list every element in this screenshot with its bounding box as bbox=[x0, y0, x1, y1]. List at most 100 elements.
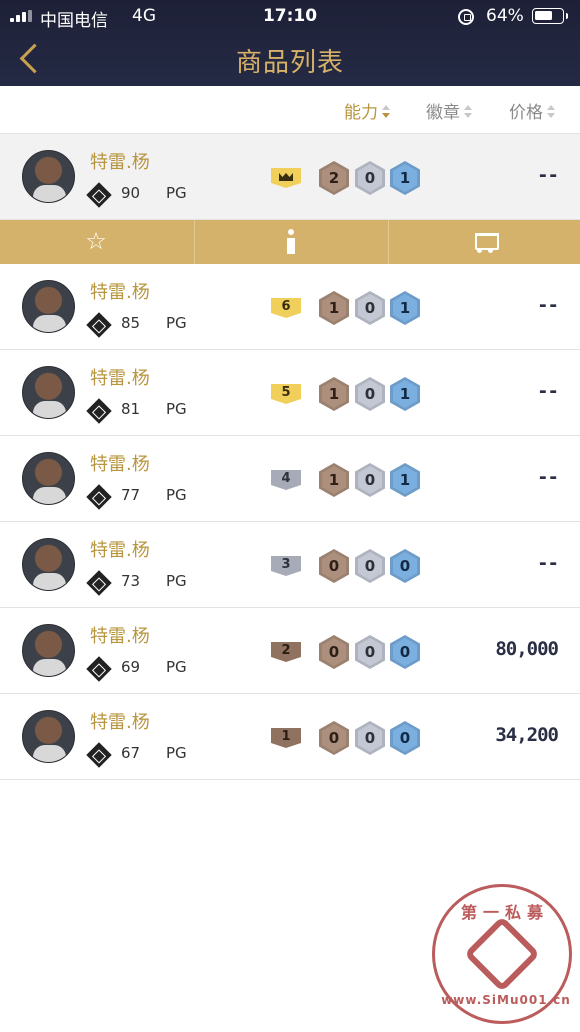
crown-icon bbox=[279, 173, 293, 181]
bronze-badge-count: 0 bbox=[319, 549, 349, 583]
gold-badge-count: 0 bbox=[390, 549, 420, 583]
player-name: 特雷.杨 bbox=[90, 152, 150, 173]
tier-badge bbox=[271, 168, 301, 188]
bronze-badge-count: 0 bbox=[319, 635, 349, 669]
gold-badge-count: 1 bbox=[390, 291, 420, 325]
list-item[interactable]: 特雷.杨 81 PG 5 1 0 1 -- bbox=[0, 350, 580, 436]
player-rating: 90 bbox=[121, 184, 141, 202]
sort-ability-label: 能力 bbox=[344, 103, 378, 123]
rating-icon bbox=[86, 398, 112, 424]
player-name: 特雷.杨 bbox=[90, 712, 150, 733]
bronze-badge-count: 0 bbox=[319, 721, 349, 755]
sort-price-label: 价格 bbox=[509, 103, 543, 123]
tier-badge: 3 bbox=[271, 556, 301, 576]
tier-badge: 4 bbox=[271, 470, 301, 490]
player-avatar bbox=[22, 452, 75, 505]
list-item[interactable]: 特雷.杨 85 PG 6 1 0 1 -- bbox=[0, 264, 580, 350]
player-avatar bbox=[22, 150, 75, 203]
rating-icon bbox=[86, 656, 112, 682]
price: -- bbox=[537, 380, 559, 402]
player-avatar bbox=[22, 624, 75, 677]
player-position: PG bbox=[166, 314, 187, 332]
info-button[interactable] bbox=[194, 220, 387, 264]
bronze-badge-count: 1 bbox=[319, 377, 349, 411]
silver-badge-count: 0 bbox=[355, 721, 385, 755]
gold-badge-count: 0 bbox=[390, 635, 420, 669]
player-rating: 67 bbox=[121, 744, 141, 762]
battery-percent: 64% bbox=[486, 6, 524, 26]
list-item[interactable]: 特雷.杨 77 PG 4 1 0 1 -- bbox=[0, 436, 580, 522]
player-rating: 73 bbox=[121, 572, 141, 590]
silver-badge-count: 0 bbox=[355, 463, 385, 497]
bronze-badge-count: 1 bbox=[319, 291, 349, 325]
sort-ability-button[interactable]: 能力 bbox=[344, 98, 391, 123]
watermark-stamp: 第一私募 www.SiMu001.cn bbox=[432, 884, 572, 1024]
price: -- bbox=[537, 552, 559, 574]
silver-badge-count: 0 bbox=[355, 635, 385, 669]
sort-arrows-icon bbox=[381, 104, 391, 120]
silver-badge-count: 0 bbox=[355, 377, 385, 411]
price: -- bbox=[537, 466, 559, 488]
rating-icon bbox=[86, 484, 112, 510]
star-icon: ☆ bbox=[85, 227, 107, 255]
watermark-logo-icon bbox=[463, 915, 541, 993]
watermark-url-text: www.SiMu001.cn bbox=[441, 993, 571, 1007]
sort-price-button[interactable]: 价格 bbox=[509, 98, 556, 123]
bronze-badge-count: 2 bbox=[319, 161, 349, 195]
tier-badge: 1 bbox=[271, 728, 301, 748]
favorite-button[interactable]: ☆ bbox=[0, 220, 193, 264]
rating-icon bbox=[86, 742, 112, 768]
bronze-badge-count: 1 bbox=[319, 463, 349, 497]
player-avatar bbox=[22, 366, 75, 419]
row-action-bar: ☆ bbox=[0, 220, 580, 264]
rating-icon bbox=[86, 570, 112, 596]
player-rating: 77 bbox=[121, 486, 141, 504]
player-name: 特雷.杨 bbox=[90, 626, 150, 647]
page-title: 商品列表 bbox=[235, 48, 344, 78]
buy-button[interactable] bbox=[388, 220, 580, 264]
tier-number: 4 bbox=[281, 471, 291, 486]
player-position: PG bbox=[166, 400, 187, 418]
rating-icon bbox=[86, 312, 112, 338]
list-item[interactable]: 特雷.杨 90 PG 2 0 1 -- bbox=[0, 134, 580, 220]
player-name: 特雷.杨 bbox=[90, 368, 150, 389]
silver-badge-count: 0 bbox=[355, 291, 385, 325]
list-item[interactable]: 特雷.杨 69 PG 2 0 0 0 80,000 bbox=[0, 608, 580, 694]
player-position: PG bbox=[166, 658, 187, 676]
player-name: 特雷.杨 bbox=[90, 282, 150, 303]
tier-badge: 5 bbox=[271, 384, 301, 404]
gold-badge-count: 1 bbox=[390, 377, 420, 411]
tier-badge: 6 bbox=[271, 298, 301, 318]
cart-icon bbox=[472, 231, 499, 253]
player-position: PG bbox=[166, 184, 187, 202]
price: -- bbox=[537, 294, 559, 316]
player-position: PG bbox=[166, 744, 187, 762]
sort-arrows-icon bbox=[546, 104, 556, 120]
silver-badge-count: 0 bbox=[355, 549, 385, 583]
player-name: 特雷.杨 bbox=[90, 454, 150, 475]
tier-number: 1 bbox=[281, 729, 291, 744]
battery-icon bbox=[532, 8, 568, 24]
rating-icon bbox=[86, 182, 112, 208]
tier-number: 5 bbox=[281, 385, 291, 400]
sort-badge-button[interactable]: 徽章 bbox=[426, 98, 473, 123]
gold-badge-count: 1 bbox=[390, 161, 420, 195]
tier-number: 3 bbox=[281, 557, 291, 572]
tier-badge: 2 bbox=[271, 642, 301, 662]
rotation-lock-icon bbox=[458, 9, 474, 25]
info-icon bbox=[285, 229, 297, 255]
tier-number: 2 bbox=[281, 643, 291, 658]
price: 80,000 bbox=[495, 638, 559, 660]
player-rating: 85 bbox=[121, 314, 141, 332]
player-rating: 81 bbox=[121, 400, 141, 418]
list-item[interactable]: 特雷.杨 67 PG 1 0 0 0 34,200 bbox=[0, 694, 580, 780]
player-avatar bbox=[22, 710, 75, 763]
player-avatar bbox=[22, 538, 75, 591]
sort-badge-label: 徽章 bbox=[426, 103, 460, 123]
gold-badge-count: 1 bbox=[390, 463, 420, 497]
list-item[interactable]: 特雷.杨 73 PG 3 0 0 0 -- bbox=[0, 522, 580, 608]
player-position: PG bbox=[166, 486, 187, 504]
player-rating: 69 bbox=[121, 658, 141, 676]
player-name: 特雷.杨 bbox=[90, 540, 150, 561]
top-bar: 中国电信 4G 17:10 64% 商品列表 bbox=[0, 0, 580, 86]
